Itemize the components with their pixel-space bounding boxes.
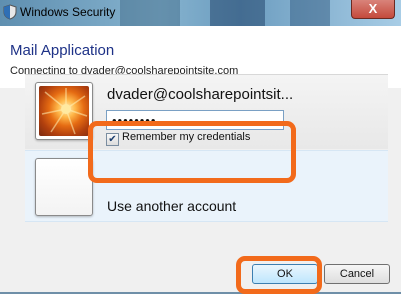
password-field[interactable]: ••••••••: [106, 110, 284, 130]
shield-icon: [3, 4, 17, 20]
flower-avatar-image: [39, 86, 89, 136]
cancel-button[interactable]: Cancel: [324, 264, 390, 284]
app-title: Mail Application: [10, 42, 115, 59]
ok-button[interactable]: OK: [252, 264, 318, 284]
window-title: Windows Security: [20, 5, 116, 19]
remember-label: Remember my credentials: [122, 131, 251, 143]
user-avatar: [35, 82, 93, 140]
remember-checkbox[interactable]: ✔: [106, 133, 119, 146]
close-button[interactable]: X: [351, 0, 395, 19]
username-label: dvader@coolsharepointsit...: [107, 86, 294, 103]
title-bar: Windows Security X: [0, 0, 401, 26]
empty-avatar: [35, 158, 93, 216]
checkmark-icon: ✔: [108, 134, 117, 145]
use-another-account-label: Use another account: [107, 198, 237, 214]
close-icon: X: [368, 1, 378, 16]
